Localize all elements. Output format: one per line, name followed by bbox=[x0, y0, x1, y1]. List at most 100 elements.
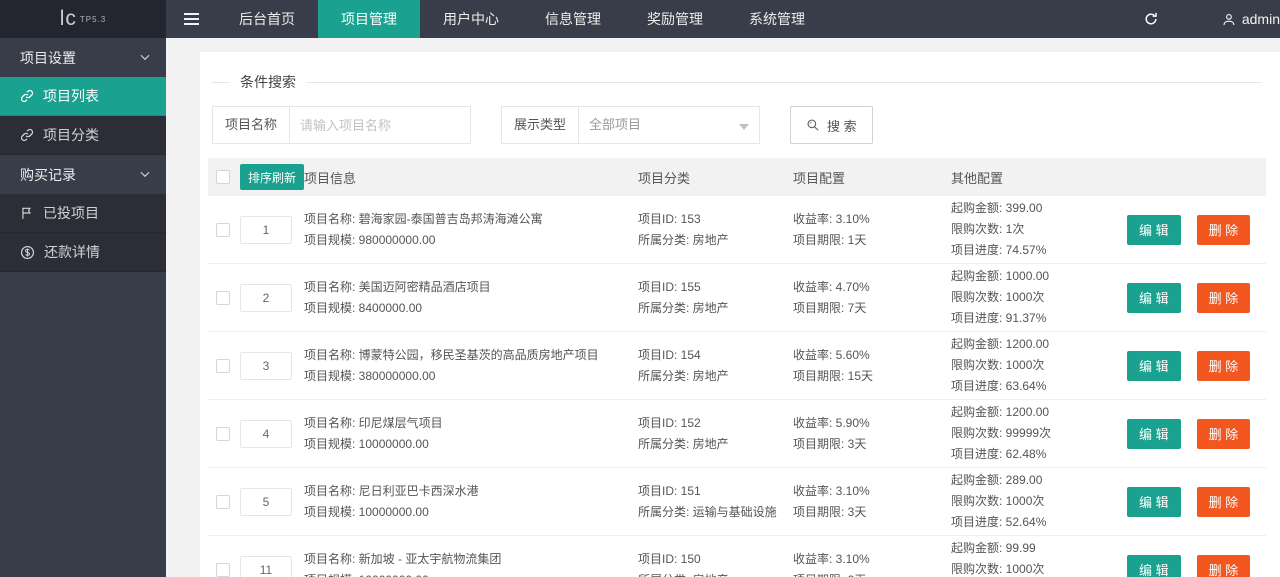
sort-order-input[interactable] bbox=[240, 419, 292, 448]
delete-button[interactable]: 删 除 bbox=[1196, 486, 1251, 517]
delete-button[interactable]: 删 除 bbox=[1196, 554, 1251, 577]
progress-value: 74.57% bbox=[1005, 243, 1047, 257]
project-name-label: 项目名称: bbox=[304, 415, 359, 430]
nav-item-system[interactable]: 系统管理 bbox=[726, 0, 828, 38]
rate-label: 收益率: bbox=[793, 483, 836, 498]
sidebar-item-label: 项目列表 bbox=[43, 88, 99, 104]
project-scale-value: 980000000.00 bbox=[358, 232, 436, 247]
display-type-label: 展示类型 bbox=[501, 106, 580, 144]
rate-value: 5.60% bbox=[835, 347, 870, 362]
row-checkbox[interactable] bbox=[216, 358, 230, 373]
project-id-value: 150 bbox=[680, 551, 701, 566]
row-checkbox[interactable] bbox=[216, 222, 230, 237]
progress-value: 62.48% bbox=[1005, 447, 1047, 461]
nav-item-rewards[interactable]: 奖励管理 bbox=[624, 0, 726, 38]
edit-button[interactable]: 编 辑 bbox=[1127, 282, 1181, 313]
table-body: 项目名称: 碧海家园-泰国普吉岛邦涛海滩公寓 项目规模: 980000000.0… bbox=[208, 196, 1266, 577]
sort-refresh-button[interactable]: 排序刷新 bbox=[240, 164, 304, 190]
project-category-label: 所属分类: bbox=[638, 573, 693, 577]
menu-toggle-icon[interactable] bbox=[166, 0, 216, 38]
flag-icon bbox=[22, 207, 31, 219]
edit-button[interactable]: 编 辑 bbox=[1127, 214, 1181, 245]
progress-label: 项目进度: bbox=[951, 243, 1006, 257]
project-name-value: 新加坡 - 亚太宇航物流集团 bbox=[358, 551, 502, 566]
nav-item-info[interactable]: 信息管理 bbox=[522, 0, 624, 38]
min-amount-value: 1000.00 bbox=[1005, 269, 1050, 283]
purchase-limit-label: 限购次数: bbox=[951, 290, 1006, 304]
rate-value: 3.10% bbox=[835, 483, 870, 498]
edit-button[interactable]: 编 辑 bbox=[1127, 554, 1181, 577]
min-amount-label: 起购金额: bbox=[951, 405, 1006, 419]
nav-item-users[interactable]: 用户中心 bbox=[420, 0, 522, 38]
user-menu[interactable]: admin bbox=[1204, 11, 1280, 27]
sort-order-input[interactable] bbox=[240, 487, 292, 516]
sidebar-group-purchase-records[interactable]: 购买记录 bbox=[0, 155, 166, 194]
sort-order-input[interactable] bbox=[240, 215, 292, 244]
delete-button[interactable]: 删 除 bbox=[1196, 282, 1251, 313]
project-category-value: 房地产 bbox=[692, 436, 729, 451]
display-type-select[interactable]: 全部项目 bbox=[578, 106, 761, 144]
project-category-value: 房地产 bbox=[693, 573, 729, 577]
select-all-checkbox[interactable] bbox=[216, 170, 230, 184]
project-category-value: 运输与基础设施 bbox=[692, 504, 777, 519]
row-checkbox[interactable] bbox=[216, 290, 230, 305]
project-scale-value: 380000000.00 bbox=[358, 368, 436, 383]
delete-button[interactable]: 删 除 bbox=[1196, 350, 1251, 381]
nav-item-projects[interactable]: 项目管理 bbox=[318, 0, 420, 38]
nav-item-home[interactable]: 后台首页 bbox=[216, 0, 318, 38]
project-category-label: 所属分类: bbox=[638, 368, 693, 383]
coin-icon bbox=[20, 245, 35, 259]
purchase-limit-value: 1000次 bbox=[1005, 494, 1045, 508]
delete-button[interactable]: 删 除 bbox=[1196, 418, 1251, 449]
delete-button[interactable]: 删 除 bbox=[1196, 214, 1251, 245]
row-checkbox[interactable] bbox=[216, 426, 230, 441]
purchase-limit-label: 限购次数: bbox=[951, 222, 1006, 236]
purchase-limit-value: 99999次 bbox=[1005, 426, 1052, 440]
rate-value: 3.10% bbox=[835, 551, 870, 566]
sort-order-input[interactable] bbox=[240, 555, 292, 577]
edit-button[interactable]: 编 辑 bbox=[1127, 418, 1181, 449]
project-category-label: 所属分类: bbox=[638, 504, 693, 519]
term-label: 项目期限: bbox=[793, 368, 848, 383]
edit-button[interactable]: 编 辑 bbox=[1127, 350, 1181, 381]
sidebar-item-project-category[interactable]: 项目分类 bbox=[0, 116, 166, 155]
sort-order-input[interactable] bbox=[240, 283, 292, 312]
purchase-limit-label: 限购次数: bbox=[951, 426, 1006, 440]
edit-button[interactable]: 编 辑 bbox=[1127, 486, 1181, 517]
table-row: 项目名称: 博蒙特公园，移民圣基茨的高品质房地产项目 项目规模: 3800000… bbox=[208, 332, 1266, 400]
refresh-icon[interactable] bbox=[1124, 0, 1178, 38]
project-id-label: 项目ID: bbox=[638, 415, 681, 430]
purchase-limit-value: 1000次 bbox=[1005, 358, 1045, 372]
select-arrow-icon bbox=[739, 124, 750, 130]
project-scale-value: 10000000.00 bbox=[358, 504, 429, 519]
search-button[interactable]: 搜 索 bbox=[790, 106, 873, 144]
column-header-other: 其他配置 bbox=[951, 170, 1004, 186]
project-name-value: 尼日利亚巴卡西深水港 bbox=[358, 483, 479, 498]
sidebar-item-project-list[interactable]: 项目列表 bbox=[0, 77, 166, 116]
project-scale-value: 8400000.00 bbox=[358, 300, 423, 315]
search-form: 项目名称 展示类型 全部项目 搜 索 bbox=[212, 106, 1266, 144]
row-checkbox[interactable] bbox=[216, 494, 230, 509]
row-checkbox[interactable] bbox=[216, 562, 230, 577]
min-amount-label: 起购金额: bbox=[951, 201, 1006, 215]
purchase-limit-value: 1000次 bbox=[1005, 562, 1045, 576]
table-row: 项目名称: 美国迈阿密精品酒店项目 项目规模: 8400000.00 项目ID:… bbox=[208, 264, 1266, 332]
sidebar-item-repayment-details[interactable]: 还款详情 bbox=[0, 233, 166, 272]
purchase-limit-label: 限购次数: bbox=[951, 358, 1006, 372]
rate-label: 收益率: bbox=[793, 211, 836, 226]
sidebar-item-invested-projects[interactable]: 已投项目 bbox=[0, 194, 166, 233]
progress-label: 项目进度: bbox=[951, 311, 1006, 325]
progress-value: 52.64% bbox=[1005, 515, 1047, 529]
project-name-value: 博蒙特公园，移民圣基茨的高品质房地产项目 bbox=[358, 347, 599, 362]
topbar-right: admin bbox=[1124, 0, 1280, 38]
project-id-value: 155 bbox=[680, 279, 701, 294]
project-name-input[interactable] bbox=[289, 106, 472, 144]
sidebar-group-project-settings[interactable]: 项目设置 bbox=[0, 38, 166, 77]
min-amount-value: 99.99 bbox=[1005, 541, 1036, 555]
sort-order-input[interactable] bbox=[240, 351, 292, 380]
table-row: 项目名称: 新加坡 - 亚太宇航物流集团 项目规模: 10000000.00 项… bbox=[208, 536, 1266, 577]
purchase-limit-label: 限购次数: bbox=[951, 562, 1006, 576]
rate-value: 4.70% bbox=[835, 279, 870, 294]
table-row: 项目名称: 碧海家园-泰国普吉岛邦涛海滩公寓 项目规模: 980000000.0… bbox=[208, 196, 1266, 264]
term-label: 项目期限: bbox=[793, 232, 848, 247]
